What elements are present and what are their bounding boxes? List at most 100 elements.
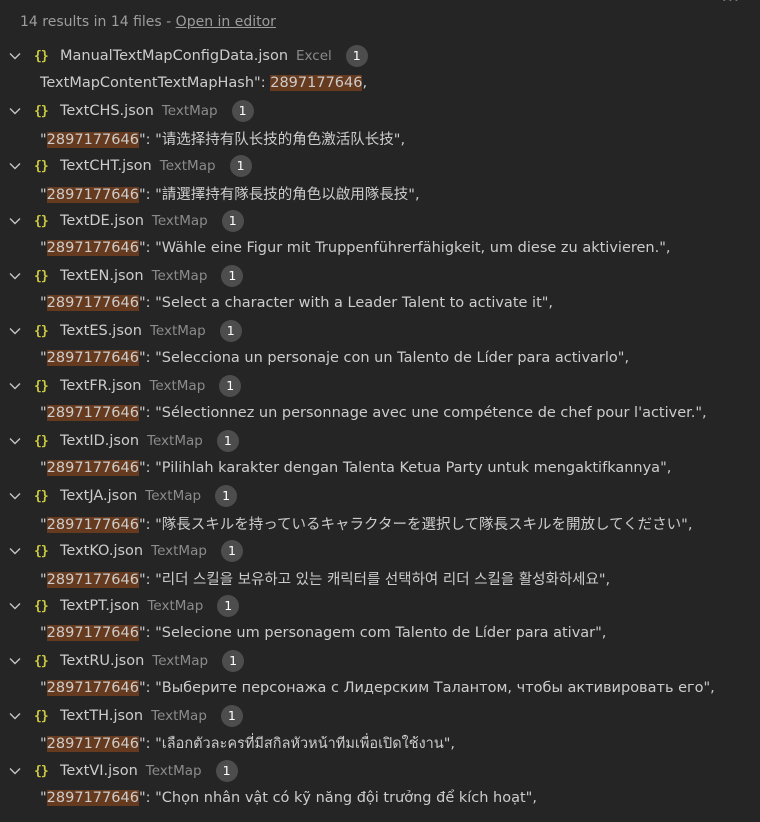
file-row[interactable]: {} TextPT.json TextMap 1 <box>0 594 760 618</box>
match-highlight: 2897177646 <box>46 625 139 641</box>
file-row[interactable]: {} ManualTextMapConfigData.json Excel 1 <box>0 44 760 68</box>
file-row[interactable]: {} TextEN.json TextMap 1 <box>0 264 760 288</box>
match-line[interactable]: "2897177646": "Chọn nhân vật có kỹ năng … <box>0 787 760 809</box>
json-file-icon: {} <box>34 433 49 449</box>
match-suffix: ": "請選擇持有隊長技的角色以啟用隊長技", <box>138 186 420 203</box>
file-result-group: {} TextKO.json TextMap 1 "2897177646": "리더 스… <box>0 539 760 594</box>
json-file-icon: {} <box>34 543 49 559</box>
chevron-down-icon[interactable] <box>8 379 22 393</box>
file-row[interactable]: {} TextDE.json TextMap 1 <box>0 209 760 233</box>
match-suffix: ": "เลือกตัวละครที่มีสกิลหัวหน้าทีมเพื่อ… <box>138 735 456 752</box>
file-row[interactable]: {} TextTH.json TextMap 1 <box>0 704 760 728</box>
json-file-icon: {} <box>34 323 49 339</box>
chevron-down-icon[interactable] <box>8 489 22 503</box>
file-row[interactable]: {} TextCHS.json TextMap 1 <box>0 99 760 123</box>
chevron-down-icon[interactable] <box>8 214 22 228</box>
file-row[interactable]: {} TextRU.json TextMap 1 <box>0 649 760 673</box>
chevron-down-icon[interactable] <box>8 269 22 283</box>
chevron-down-icon[interactable] <box>8 544 22 558</box>
file-row[interactable]: {} TextID.json TextMap 1 <box>0 429 760 453</box>
file-directory: Excel <box>296 48 332 64</box>
match-highlight: 2897177646 <box>46 186 139 203</box>
file-row[interactable]: {} TextES.json TextMap 1 <box>0 319 760 343</box>
match-text: "2897177646": "請選擇持有隊長技的角色以啟用隊長技", <box>40 183 420 204</box>
file-row[interactable]: {} TextVI.json TextMap 1 <box>0 759 760 783</box>
match-line[interactable]: "2897177646": "Выберите персонажа с Лиде… <box>0 677 760 699</box>
file-row[interactable]: {} TextJA.json TextMap 1 <box>0 484 760 508</box>
match-suffix: ": "Selecione um personagem com Talento … <box>138 625 607 641</box>
chevron-down-icon[interactable] <box>8 49 22 63</box>
match-prefix: " <box>40 460 47 476</box>
match-line[interactable]: "2897177646": "請選擇持有隊長技的角色以啟用隊長技", <box>0 182 760 204</box>
chevron-down-icon[interactable] <box>8 104 22 118</box>
match-suffix: ": "Chọn nhân vật có kỹ năng đội trưởng … <box>138 790 537 806</box>
match-line[interactable]: "2897177646": "请选择持有队长技的角色激活队长技", <box>0 127 760 149</box>
match-highlight: 2897177646 <box>46 405 139 421</box>
match-line[interactable]: "2897177646": "Selecciona un personaje c… <box>0 347 760 369</box>
more-actions-icon[interactable]: ··· <box>722 0 740 9</box>
file-result-group: {} TextVI.json TextMap 1 "2897177646": "Chọn… <box>0 759 760 814</box>
match-text: "2897177646": "隊長スキルを持っているキャラクターを選択して隊長ス… <box>40 513 692 534</box>
file-result-group: {} TextJA.json TextMap 1 "2897177646": "隊長スキ… <box>0 484 760 539</box>
file-directory: TextMap <box>145 763 202 779</box>
file-result-group: {} TextFR.json TextMap 1 "2897177646": "Séle… <box>0 374 760 429</box>
json-file-icon: {} <box>34 653 49 669</box>
match-text: "2897177646": "Selecciona un personaje c… <box>40 350 629 366</box>
match-line[interactable]: TextMapContentTextMapHash": 2897177646, <box>0 72 760 94</box>
match-text: "2897177646": "Chọn nhân vật có kỹ năng … <box>40 790 537 806</box>
chevron-down-icon[interactable] <box>8 599 22 613</box>
chevron-down-icon[interactable] <box>8 324 22 338</box>
match-prefix: TextMapContentTextMapHash": <box>40 75 271 91</box>
file-directory: TextMap <box>145 488 202 504</box>
match-line[interactable]: "2897177646": "Select a character with a… <box>0 292 760 314</box>
match-prefix: " <box>40 350 47 366</box>
chevron-down-icon[interactable] <box>8 654 22 668</box>
match-highlight: 2897177646 <box>270 75 363 91</box>
chevron-down-icon[interactable] <box>8 434 22 448</box>
match-line[interactable]: "2897177646": "Selecione um personagem c… <box>0 622 760 644</box>
file-row[interactable]: {} TextCHT.json TextMap 1 <box>0 154 760 178</box>
file-row[interactable]: {} TextFR.json TextMap 1 <box>0 374 760 398</box>
file-result-group: {} TextCHS.json TextMap 1 "2897177646": "请选择… <box>0 99 760 154</box>
match-line[interactable]: "2897177646": "隊長スキルを持っているキャラクターを選択して隊長ス… <box>0 512 760 534</box>
match-line[interactable]: "2897177646": "리더 스킬을 보유하고 있는 캐릭터를 선택하여 … <box>0 567 760 589</box>
match-highlight: 2897177646 <box>46 790 139 806</box>
match-count-badge: 1 <box>222 650 245 672</box>
match-prefix: " <box>40 790 47 806</box>
match-prefix: " <box>40 571 47 588</box>
chevron-down-icon[interactable] <box>8 764 22 778</box>
match-count-badge: 1 <box>221 265 244 287</box>
match-line[interactable]: "2897177646": "เลือกตัวละครที่มีสกิลหัวห… <box>0 732 760 754</box>
search-results-summary: 14 results in 14 files - Open in editor <box>20 12 276 32</box>
match-count-badge: 1 <box>219 320 242 342</box>
file-result-group: {} TextPT.json TextMap 1 "2897177646": "Sele… <box>0 594 760 649</box>
match-line[interactable]: "2897177646": "Wähle eine Figur mit Trup… <box>0 237 760 259</box>
match-suffix: ": "隊長スキルを持っているキャラクターを選択して隊長スキルを開放してください… <box>138 516 693 533</box>
match-prefix: " <box>40 295 47 311</box>
file-name: TextDE.json <box>60 213 144 229</box>
match-count-badge: 1 <box>220 705 243 727</box>
match-count-badge: 1 <box>216 430 239 452</box>
match-suffix: , <box>362 75 368 91</box>
chevron-down-icon[interactable] <box>8 709 22 723</box>
match-prefix: " <box>40 240 47 256</box>
match-text: "2897177646": "리더 스킬을 보유하고 있는 캐릭터를 선택하여 … <box>40 568 610 589</box>
json-file-icon: {} <box>34 158 49 174</box>
json-file-icon: {} <box>34 103 49 119</box>
match-prefix: " <box>40 186 47 203</box>
match-count-badge: 1 <box>229 155 252 177</box>
match-highlight: 2897177646 <box>46 295 139 311</box>
file-row[interactable]: {} TextKO.json TextMap 1 <box>0 539 760 563</box>
file-directory: TextMap <box>151 543 207 559</box>
open-in-editor-link[interactable]: Open in editor <box>176 14 276 30</box>
match-line[interactable]: "2897177646": "Sélectionnez un personnag… <box>0 402 760 424</box>
file-name: TextCHS.json <box>60 103 154 119</box>
match-line[interactable]: "2897177646": "Pilihlah karakter dengan … <box>0 457 760 479</box>
match-highlight: 2897177646 <box>46 240 139 256</box>
match-suffix: ": "Выберите персонажа с Лидерским Талан… <box>138 680 715 696</box>
match-text: TextMapContentTextMapHash": 2897177646, <box>40 75 367 91</box>
match-suffix: ": "Sélectionnez un personnage avec une … <box>138 405 707 421</box>
file-directory: TextMap <box>161 103 218 119</box>
json-file-icon: {} <box>34 708 49 724</box>
chevron-down-icon[interactable] <box>8 159 22 173</box>
